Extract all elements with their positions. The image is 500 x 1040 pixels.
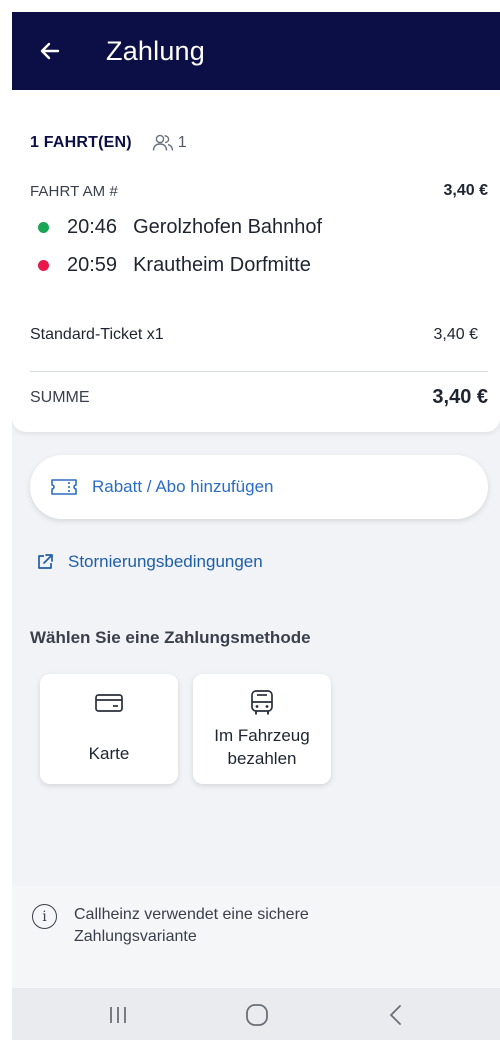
arrival-dot bbox=[38, 260, 49, 271]
ticket-row: Standard-Ticket x1 3,40 € bbox=[30, 326, 478, 344]
arrow-left-icon bbox=[40, 42, 60, 60]
ticket-price: 3,40 € bbox=[433, 326, 478, 343]
credit-card-icon bbox=[94, 690, 124, 716]
add-discount-button[interactable]: Rabatt / Abo hinzufügen bbox=[30, 455, 488, 519]
payment-method-title: Wählen Sie eine Zahlungsmethode bbox=[30, 628, 311, 647]
sum-label: SUMME bbox=[30, 388, 90, 406]
departure-time: 20:46 bbox=[67, 216, 118, 238]
payment-method-in-vehicle[interactable]: Im Fahrzeug bezahlen bbox=[193, 674, 331, 784]
security-info: i Callheinz verwendet eine sichere Zahlu… bbox=[12, 886, 500, 988]
sum-value: 3,40 € bbox=[432, 386, 488, 408]
divider bbox=[30, 371, 488, 372]
home-button[interactable] bbox=[242, 1002, 272, 1028]
order-summary-card: 1 FAHRT(EN) 1 FAHRT AM # 3,40 € 20:46 Ge… bbox=[12, 90, 500, 432]
ride-date-label: FAHRT AM # bbox=[30, 182, 118, 200]
payment-method-vehicle-label: Im Fahrzeug bezahlen bbox=[214, 726, 310, 768]
passenger-count: 1 bbox=[177, 134, 187, 151]
payment-method-card-label: Karte bbox=[88, 744, 130, 763]
arrival-time: 20:59 bbox=[67, 254, 118, 276]
departure-stop-name: Gerolzhofen Bahnhof bbox=[133, 216, 323, 238]
cancellation-terms-label: Stornierungsbedingungen bbox=[68, 552, 263, 571]
arrival-stop-name: Krautheim Dorfmitte bbox=[133, 254, 311, 276]
cancellation-terms-link[interactable]: Stornierungsbedingungen bbox=[36, 552, 263, 572]
ticket-icon bbox=[51, 479, 77, 495]
ride-row: FAHRT AM # 3,40 € bbox=[30, 182, 488, 200]
home-icon bbox=[246, 1004, 268, 1026]
trips-row: 1 FAHRT(EN) 1 bbox=[30, 134, 187, 152]
ride-price: 3,40 € bbox=[443, 182, 488, 199]
trips-count-label: 1 FAHRT(EN) bbox=[30, 134, 132, 151]
info-icon: i bbox=[32, 904, 57, 929]
departure-dot bbox=[38, 222, 49, 233]
external-link-icon bbox=[38, 554, 53, 569]
app-header: Zahlung bbox=[12, 12, 500, 90]
bus-icon bbox=[249, 690, 275, 716]
payment-screen: Zahlung 1 FAHRT(EN) 1 FAHRT AM # 3,40 € … bbox=[12, 12, 500, 1040]
system-navigation-bar bbox=[12, 988, 500, 1040]
passengers-icon bbox=[152, 134, 174, 152]
stop-arrival: 20:59 Krautheim Dorfmitte bbox=[38, 254, 311, 277]
recent-apps-icon bbox=[110, 1007, 126, 1023]
security-info-text: Callheinz verwendet eine sichere Zahlung… bbox=[74, 906, 309, 945]
stop-departure: 20:46 Gerolzhofen Bahnhof bbox=[38, 216, 322, 239]
recent-apps-button[interactable] bbox=[106, 1002, 130, 1028]
back-icon bbox=[390, 1005, 401, 1025]
payment-method-card[interactable]: Karte bbox=[40, 674, 178, 784]
add-discount-label: Rabatt / Abo hinzufügen bbox=[92, 477, 274, 496]
page-title: Zahlung bbox=[106, 35, 205, 66]
sum-row: SUMME 3,40 € bbox=[30, 386, 488, 409]
ticket-label: Standard-Ticket x1 bbox=[30, 326, 164, 343]
system-back-button[interactable] bbox=[384, 1002, 408, 1028]
back-button[interactable] bbox=[36, 37, 64, 65]
